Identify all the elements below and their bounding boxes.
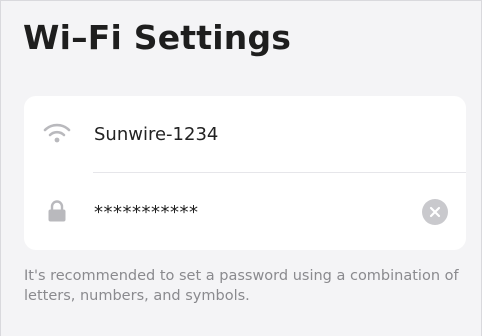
page-title: Wi–Fi Settings: [23, 18, 292, 57]
ssid-value[interactable]: Sunwire-1234: [94, 124, 218, 145]
clear-password-button[interactable]: [422, 199, 448, 225]
clear-icon: [429, 206, 441, 218]
wifi-settings-card: Sunwire-1234 ***********: [24, 96, 466, 250]
lock-icon: [42, 196, 72, 226]
ssid-row[interactable]: Sunwire-1234: [24, 96, 466, 173]
password-field[interactable]: ***********: [94, 202, 199, 223]
password-row[interactable]: ***********: [24, 173, 466, 250]
wifi-icon: [42, 118, 72, 148]
password-hint: It's recommended to set a password using…: [24, 268, 459, 304]
